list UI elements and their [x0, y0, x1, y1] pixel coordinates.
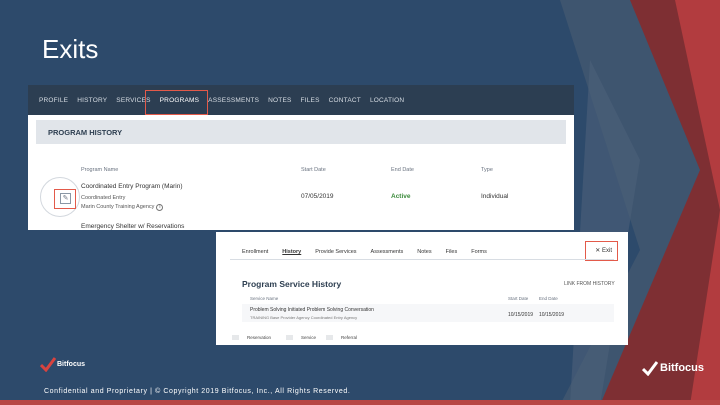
program-name-2[interactable]: Emergency Shelter w/ Reservations [81, 223, 184, 230]
legend-reservation: Reservation [232, 335, 271, 340]
tab-notes-2[interactable]: Notes [417, 249, 431, 255]
legend-service: Service [286, 335, 316, 340]
tab-files[interactable]: FILES [301, 97, 320, 104]
tab-forms[interactable]: Forms [471, 249, 487, 255]
tab-contact[interactable]: CONTACT [329, 97, 361, 104]
col-program-name: Program Name [81, 167, 119, 173]
service-end: 10/15/2019 [539, 312, 565, 318]
service-history-title: Program Service History [242, 279, 342, 289]
tab-history-2[interactable]: History [282, 249, 301, 255]
service-name: Problem Solving Initiated Problem Solvin… [250, 307, 374, 313]
program-start-date: 07/05/2019 [301, 193, 334, 200]
tab-files-2[interactable]: Files [446, 249, 458, 255]
program-agency: Marin County Training Agency i [81, 204, 164, 211]
tab-location[interactable]: LOCATION [370, 97, 404, 104]
col-service-name: Service Name [250, 296, 279, 301]
program-history-screenshot: PROFILE HISTORY SERVICES PROGRAMS ASSESS… [28, 85, 574, 230]
check-icon [40, 357, 56, 372]
col-service-end: End Date [539, 296, 558, 301]
footer-copyright: Confidential and Proprietary | © Copyrig… [44, 388, 351, 395]
bitfocus-logo-right: Bitfocus [642, 360, 704, 376]
info-icon[interactable]: i [156, 204, 164, 211]
exit-highlight [585, 241, 618, 261]
edit-highlight [54, 189, 76, 209]
tab-assessments[interactable]: ASSESSMENTS [208, 97, 259, 104]
legend-swatch [286, 335, 293, 340]
tab-profile[interactable]: PROFILE [39, 97, 68, 104]
programs-tab-highlight [145, 90, 208, 115]
program-service-history-screenshot: Enrollment History Provide Services Asse… [216, 232, 628, 345]
tab-enrollment[interactable]: Enrollment [242, 249, 268, 255]
legend-swatch [232, 335, 239, 340]
slide-title: Exits [42, 34, 99, 64]
program-name[interactable]: Coordinated Entry Program (Marin) [81, 183, 183, 190]
logo-text: Bitfocus [660, 362, 704, 374]
bitfocus-logo-left: Bitfocus [40, 356, 85, 372]
client-tab-bar: PROFILE HISTORY SERVICES PROGRAMS ASSESS… [28, 85, 574, 115]
check-icon [642, 361, 658, 376]
service-sub: TRAINING Base Provider Agency Coordinate… [250, 315, 358, 320]
tab-provide-services[interactable]: Provide Services [315, 249, 356, 255]
program-subtitle: Coordinated Entry [81, 195, 126, 201]
tab-assessments-2[interactable]: Assessments [371, 249, 404, 255]
program-status: Active [391, 193, 411, 200]
program-history-header: PROGRAM HISTORY [36, 120, 566, 144]
tab-notes[interactable]: NOTES [268, 97, 291, 104]
enrollment-tabs: Enrollment History Provide Services Asse… [242, 249, 501, 255]
legend-label: Referral [341, 335, 358, 340]
col-start-date: Start Date [301, 167, 326, 173]
col-service-start: Start Date [508, 296, 529, 301]
col-type: Type [481, 167, 493, 173]
program-type: Individual [481, 193, 509, 200]
col-end-date: End Date [391, 167, 414, 173]
agency-name: Marin County Training Agency [81, 204, 155, 210]
legend-referral: Referral [326, 335, 357, 340]
legend-label: Service [301, 335, 317, 340]
logo-text: Bitfocus [57, 360, 85, 368]
link-from-history[interactable]: LINK FROM HISTORY [564, 281, 615, 287]
legend-label: Reservation [247, 335, 272, 340]
section-title: PROGRAM HISTORY [48, 128, 123, 137]
divider [230, 259, 614, 260]
legend-swatch [326, 335, 333, 340]
service-start: 10/15/2019 [508, 312, 534, 318]
tab-history[interactable]: HISTORY [77, 97, 107, 104]
